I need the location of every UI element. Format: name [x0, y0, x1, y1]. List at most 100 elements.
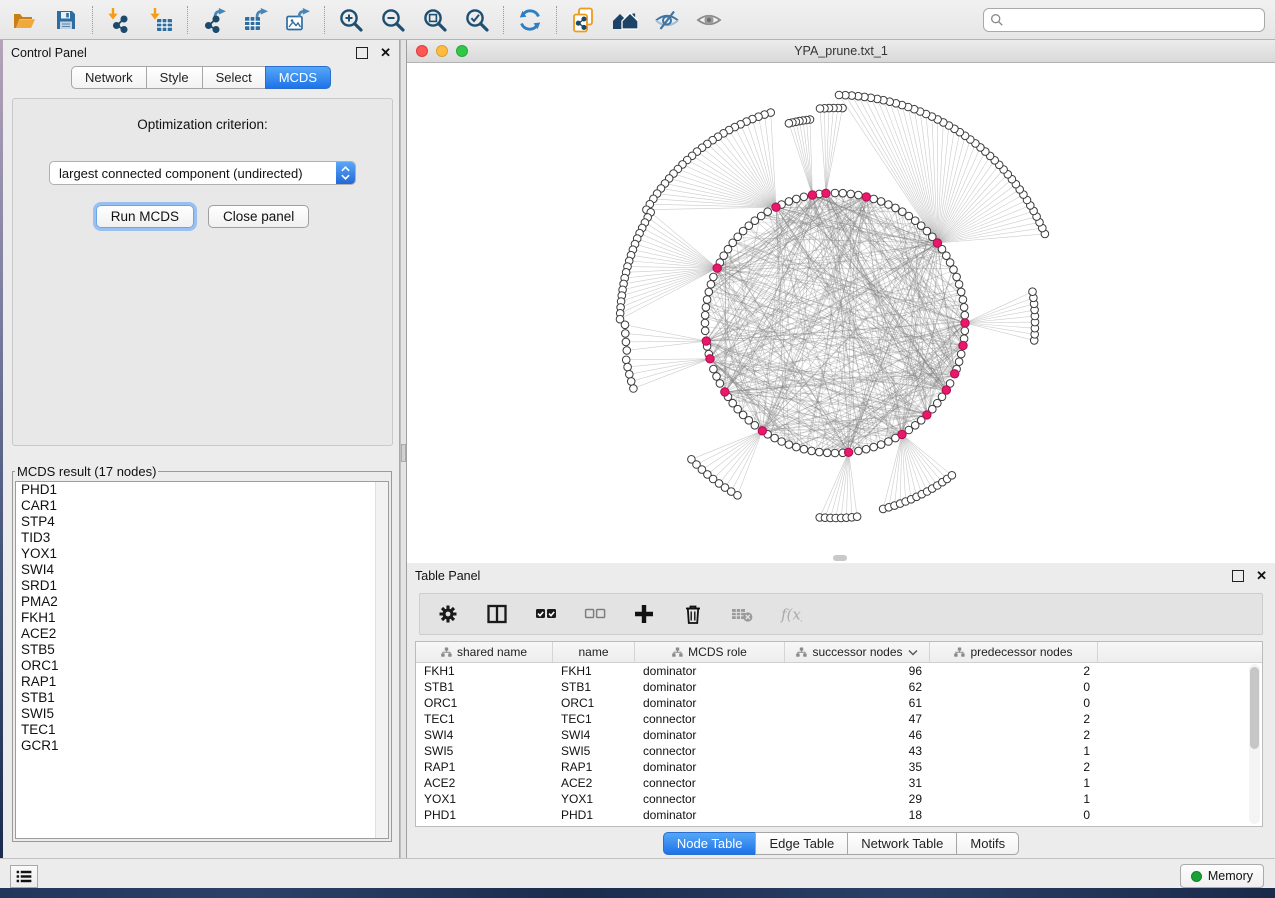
float-panel-icon[interactable] — [356, 47, 368, 59]
mcds-result-item[interactable]: YOX1 — [16, 546, 388, 562]
close-window-icon[interactable] — [416, 45, 428, 57]
deselect-all-icon[interactable] — [583, 602, 607, 626]
table-row[interactable]: STB1STB1dominator620 — [416, 679, 1262, 695]
mcds-result-item[interactable]: TEC1 — [16, 722, 388, 738]
table-panel-title: Table Panel — [415, 569, 480, 583]
tab-style[interactable]: Style — [146, 66, 203, 89]
settings-icon[interactable] — [436, 602, 460, 626]
mcds-result-item[interactable]: ORC1 — [16, 658, 388, 674]
network-hscroll-thumb[interactable] — [833, 555, 847, 561]
zoom-in-icon[interactable] — [337, 6, 365, 34]
hide-graphics-details-icon[interactable] — [653, 6, 681, 34]
tab-network-table[interactable]: Network Table — [847, 832, 957, 855]
import-table-icon[interactable] — [147, 6, 175, 34]
mcds-result-item[interactable]: CAR1 — [16, 498, 388, 514]
table-row[interactable]: FKH1FKH1dominator962 — [416, 663, 1262, 679]
task-history-button[interactable] — [10, 865, 38, 888]
table-row[interactable]: SWI5SWI5connector431 — [416, 743, 1262, 759]
delete-column-icon[interactable] — [681, 602, 705, 626]
table-row[interactable]: ORC1ORC1dominator610 — [416, 695, 1262, 711]
mcds-result-item[interactable]: GCR1 — [16, 738, 388, 754]
close-panel-icon[interactable]: ✕ — [380, 48, 391, 58]
mcds-result-item[interactable]: RAP1 — [16, 674, 388, 690]
table-vscrollbar-thumb[interactable] — [1250, 667, 1259, 749]
network-window-titlebar[interactable]: YPA_prune.txt_1 — [407, 40, 1275, 63]
divider-handle[interactable] — [401, 444, 406, 462]
close-table-panel-icon[interactable]: ✕ — [1256, 571, 1267, 581]
optimization-criterion-label: Optimization criterion: — [13, 117, 392, 132]
table-cell: 0 — [930, 680, 1098, 694]
node-table[interactable]: shared namenameMCDS rolesuccessor nodesp… — [415, 641, 1263, 827]
zoom-out-icon[interactable] — [379, 6, 407, 34]
table-row[interactable]: YOX1YOX1connector291 — [416, 791, 1262, 807]
mcds-result-item[interactable]: TID3 — [16, 530, 388, 546]
table-cell: 1 — [930, 744, 1098, 758]
table-row[interactable]: ACE2ACE2connector311 — [416, 775, 1262, 791]
search-box[interactable] — [983, 8, 1265, 32]
column-header-shared-name[interactable]: shared name — [416, 642, 553, 662]
maximize-window-icon[interactable] — [456, 45, 468, 57]
table-cell: ACE2 — [416, 776, 553, 790]
mcds-result-item[interactable]: SWI4 — [16, 562, 388, 578]
export-network-icon[interactable] — [200, 6, 228, 34]
show-graphics-details-icon[interactable] — [695, 6, 723, 34]
export-image-icon[interactable] — [284, 6, 312, 34]
tab-mcds[interactable]: MCDS — [265, 66, 331, 89]
zoom-fit-icon[interactable] — [421, 6, 449, 34]
add-column-icon[interactable] — [632, 602, 656, 626]
search-input[interactable] — [1008, 12, 1258, 28]
mcds-result-item[interactable]: STP4 — [16, 514, 388, 530]
criterion-dropdown[interactable]: largest connected component (undirected) — [49, 161, 356, 185]
select-all-icon[interactable] — [534, 602, 558, 626]
toolbar-separator — [187, 6, 188, 34]
column-header-predecessor-nodes[interactable]: predecessor nodes — [930, 642, 1098, 662]
close-panel-button[interactable]: Close panel — [208, 205, 309, 228]
function-builder-icon: f(x) — [779, 602, 803, 626]
table-row[interactable]: SWI4SWI4dominator462 — [416, 727, 1262, 743]
mcds-result-item[interactable]: FKH1 — [16, 610, 388, 626]
run-mcds-button[interactable]: Run MCDS — [96, 205, 194, 228]
minimize-window-icon[interactable] — [436, 45, 448, 57]
mcds-result-item[interactable]: ACE2 — [16, 626, 388, 642]
mcds-list-scrollbar[interactable] — [375, 482, 388, 838]
column-header-name[interactable]: name — [553, 642, 635, 662]
float-table-panel-icon[interactable] — [1232, 570, 1244, 582]
open-file-icon[interactable] — [10, 6, 38, 34]
table-vscrollbar[interactable] — [1249, 664, 1260, 824]
tab-motifs[interactable]: Motifs — [956, 832, 1019, 855]
tab-select[interactable]: Select — [202, 66, 266, 89]
mcds-result-group: MCDS result (17 nodes) PHD1CAR1STP4TID3Y… — [12, 464, 392, 842]
network-canvas[interactable] — [407, 63, 1275, 563]
tab-network[interactable]: Network — [71, 66, 147, 89]
refresh-layout-icon[interactable] — [516, 6, 544, 34]
mcds-result-item[interactable]: STB1 — [16, 690, 388, 706]
split-pane-icon[interactable] — [485, 602, 509, 626]
svg-text:f(x): f(x) — [780, 606, 802, 624]
tab-edge-table[interactable]: Edge Table — [755, 832, 848, 855]
mcds-result-item[interactable]: SWI5 — [16, 706, 388, 722]
column-header-successor-nodes[interactable]: successor nodes — [785, 642, 930, 662]
search-icon — [990, 13, 1004, 27]
split-pane-divider[interactable] — [400, 40, 407, 858]
zoom-selected-icon[interactable] — [463, 6, 491, 34]
tab-node-table[interactable]: Node Table — [663, 832, 757, 855]
clone-network-icon[interactable] — [569, 6, 597, 34]
table-row[interactable]: PHD1PHD1dominator180 — [416, 807, 1262, 823]
mcds-result-list[interactable]: PHD1CAR1STP4TID3YOX1SWI4SRD1PMA2FKH1ACE2… — [15, 481, 389, 839]
table-cell: YOX1 — [416, 792, 553, 806]
column-header-MCDS-role[interactable]: MCDS role — [635, 642, 785, 662]
export-table-icon[interactable] — [242, 6, 270, 34]
table-cell: PHD1 — [553, 808, 635, 822]
mcds-result-item[interactable]: STB5 — [16, 642, 388, 658]
houses-icon[interactable] — [611, 6, 639, 34]
memory-button[interactable]: Memory — [1180, 864, 1264, 888]
mcds-result-item[interactable]: PMA2 — [16, 594, 388, 610]
table-cell: dominator — [635, 696, 785, 710]
import-network-icon[interactable] — [105, 6, 133, 34]
table-row[interactable]: TEC1TEC1connector472 — [416, 711, 1262, 727]
mcds-result-item[interactable]: SRD1 — [16, 578, 388, 594]
table-cell: 0 — [930, 808, 1098, 822]
mcds-result-item[interactable]: PHD1 — [16, 482, 388, 498]
table-row[interactable]: RAP1RAP1dominator352 — [416, 759, 1262, 775]
save-session-icon[interactable] — [52, 6, 80, 34]
